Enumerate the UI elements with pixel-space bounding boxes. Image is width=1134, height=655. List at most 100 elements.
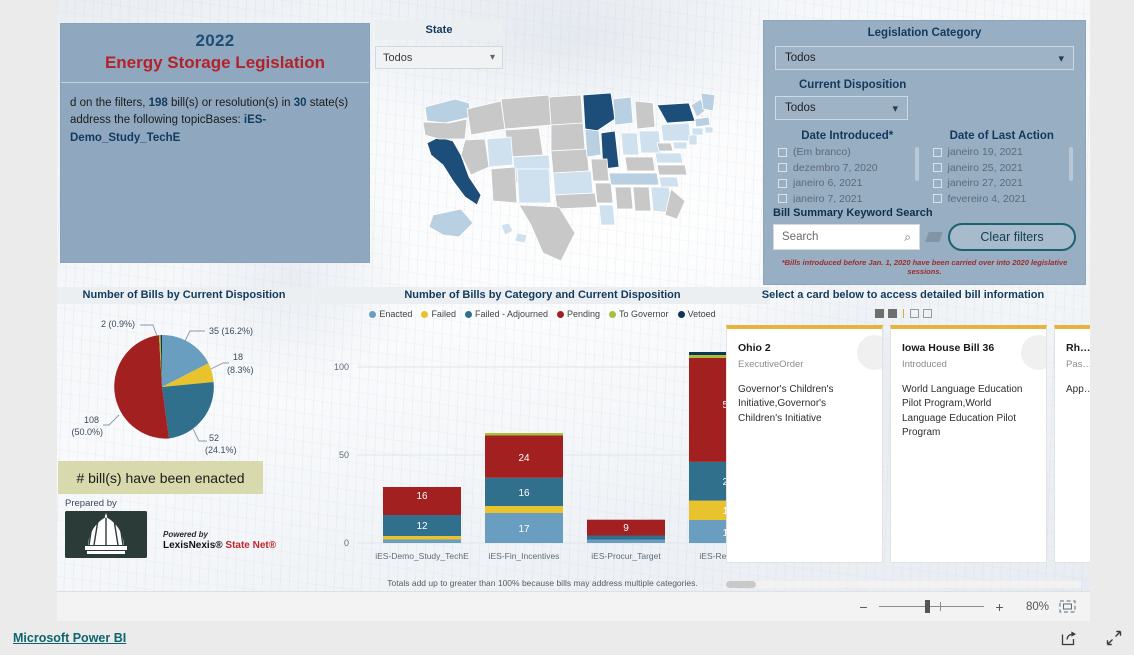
page-indicator-2[interactable] (887, 308, 897, 318)
state-indiana (620, 132, 640, 156)
bill-status: Pas… (1066, 358, 1090, 370)
bar-chart-footnote: Totals add up to greater than 100% becau… (387, 578, 698, 588)
legislation-category-dropdown[interactable]: Todos ▾ (775, 46, 1074, 70)
chevron-down-icon: ▾ (892, 102, 898, 115)
state-count: 30 (293, 97, 307, 109)
legend-label: Enacted (379, 309, 413, 319)
state-utah (486, 136, 514, 168)
summary-mid: bill(s) or resolution(s) in (171, 97, 291, 109)
filter-panel: Legislation Category Todos ▾ Current Dis… (763, 20, 1086, 285)
state-alabama (632, 186, 652, 212)
legend-item-to-governor[interactable]: To Governor (609, 309, 669, 319)
bill-description: World Language Education Pilot Program,W… (902, 383, 1023, 439)
card-pagination[interactable] (716, 305, 1090, 321)
summary-line2: address the following topicBases: (70, 114, 241, 127)
cards-horizontal-scrollbar[interactable] (726, 581, 1081, 588)
legend-item-failed-adjourned[interactable]: Failed - Adjourned (464, 309, 548, 319)
checkbox-icon[interactable] (778, 147, 787, 157)
category-disposition-bar-chart[interactable]: Enacted Failed Failed - Adjourned Pendin… (315, 305, 770, 591)
state-slicer-label: State (375, 20, 503, 40)
search-input[interactable]: Search ⌕ (773, 224, 920, 250)
bill-card[interactable]: Iowa House Bill 36 Introduced World Lang… (890, 325, 1047, 563)
enacted-banner: # bill(s) have been enacted (58, 461, 263, 494)
state-idaho (466, 100, 506, 136)
fullscreen-icon[interactable] (1106, 630, 1122, 646)
checkbox-icon[interactable] (778, 163, 787, 172)
date-last-action-list[interactable]: janeiro 19, 2021 janeiro 25, 2021 janeir… (925, 145, 1080, 203)
zoom-in-button[interactable]: + (994, 599, 1005, 615)
page-indicator-1[interactable] (874, 308, 884, 318)
state-louisiana (598, 204, 616, 226)
bill-cards-visual[interactable]: Ohio 2 ExecutiveOrder Governor's Childre… (716, 305, 1090, 590)
date-introduced-label: Date Introduced* (801, 130, 894, 142)
list-item[interactable]: fevereiro 4, 2021 (932, 192, 1080, 203)
bill-card[interactable]: Rh… 515… Pas… App… Pro… Pro… (1054, 325, 1090, 563)
legend-item-vetoed[interactable]: Vetoed (677, 309, 716, 319)
us-choropleth-map[interactable] (409, 85, 729, 270)
date-last-action-slicer[interactable]: Date of Last Action janeiro 19, 2021 jan… (925, 130, 1080, 203)
scrollbar[interactable] (914, 147, 919, 181)
clear-filters-button[interactable]: Clear filters (948, 223, 1076, 251)
zoom-slider[interactable] (879, 600, 984, 613)
legend-label: Failed - Adjourned (474, 309, 548, 319)
state-slicer[interactable]: State Todos ▾ (375, 20, 503, 69)
list-item[interactable]: janeiro 19, 2021 (932, 145, 1080, 159)
pie-label-pending-1: 108 (84, 415, 99, 425)
pie-label-adjourned-1: 52 (209, 433, 219, 443)
scrollbar-thumb[interactable] (726, 581, 756, 588)
list-item[interactable]: janeiro 6, 2021 (778, 176, 925, 190)
list-item-label: janeiro 7, 2021 (793, 192, 863, 204)
fit-to-page-icon[interactable] (1059, 600, 1076, 613)
bill-card[interactable]: Ohio 2 ExecutiveOrder Governor's Childre… (726, 325, 883, 563)
y-tick-0: 0 (344, 538, 349, 548)
bar-seg-enacted (383, 539, 461, 543)
legend-item-enacted[interactable]: Enacted (369, 309, 412, 319)
date-introduced-slicer[interactable]: Date Introduced* (Em branco) dezembro 7,… (770, 130, 925, 203)
state-nebraska (550, 148, 590, 174)
state-wisconsin (612, 96, 634, 126)
zoom-slider-thumb[interactable] (925, 600, 930, 613)
zoom-toolbar: − + 80% (57, 591, 1090, 621)
state-mississippi (614, 186, 634, 210)
pie-label-to-governor: 2 (0.9%) (101, 319, 135, 329)
power-bi-link[interactable]: Microsoft Power BI (13, 631, 126, 645)
state-new-york (656, 102, 696, 124)
list-item[interactable]: janeiro 7, 2021 (778, 192, 925, 204)
scrollbar[interactable] (1069, 147, 1073, 181)
list-item[interactable]: janeiro 27, 2021 (932, 176, 1080, 190)
zoom-out-button[interactable]: − (858, 599, 869, 615)
page-indicator-3[interactable] (909, 308, 919, 318)
zoom-level-label: 80% (1025, 600, 1049, 613)
list-item[interactable]: janeiro 25, 2021 (932, 161, 1080, 175)
list-item[interactable]: (Em branco) (778, 145, 925, 159)
current-disposition-dropdown[interactable]: Todos ▾ (775, 96, 908, 120)
page-indicator-4[interactable] (922, 308, 932, 318)
list-item[interactable]: dezembro 7, 2020 (778, 161, 925, 175)
pie-label-enacted: 35 (16.2%) (209, 326, 253, 336)
checkbox-icon[interactable] (932, 194, 942, 203)
bar-label-pending: 16 (416, 491, 428, 502)
state-slicer-dropdown[interactable]: Todos ▾ (375, 46, 503, 69)
search-icon[interactable]: ⌕ (904, 230, 911, 245)
checkbox-icon[interactable] (932, 178, 942, 188)
y-axis-ticks: 0 50 100 (334, 362, 349, 548)
pie-section-title: Number of Bills by Current Disposition (57, 287, 311, 304)
checkbox-icon[interactable] (932, 147, 942, 157)
pie-slice-failed-adjourned (162, 382, 214, 439)
legend-item-pending[interactable]: Pending (557, 309, 600, 319)
share-icon[interactable] (1061, 630, 1077, 646)
state-arkansas (594, 182, 614, 204)
bill-title: Rh… 515… (1066, 342, 1090, 354)
disposition-pie-chart[interactable]: 2 (0.9%) 35 (16.2%) 18 (8.3%) 52 (24.1%)… (57, 305, 311, 470)
prepared-by-block: Prepared by Powered by LexisNexis® State… (65, 498, 276, 558)
y-tick-50: 50 (339, 450, 349, 460)
checkbox-icon[interactable] (932, 163, 942, 172)
checkbox-icon[interactable] (778, 194, 787, 203)
date-introduced-list[interactable]: (Em branco) dezembro 7, 2020 janeiro 6, … (770, 145, 925, 203)
checkbox-icon[interactable] (778, 178, 787, 188)
legend-item-failed[interactable]: Failed (421, 309, 456, 319)
eraser-icon[interactable] (925, 232, 943, 242)
report-canvas: 2022 Energy Storage Legislation d on the… (57, 0, 1090, 591)
bill-description: Governor's Children's Initiative,Governo… (738, 383, 834, 424)
bar-seg-failed (485, 506, 563, 513)
